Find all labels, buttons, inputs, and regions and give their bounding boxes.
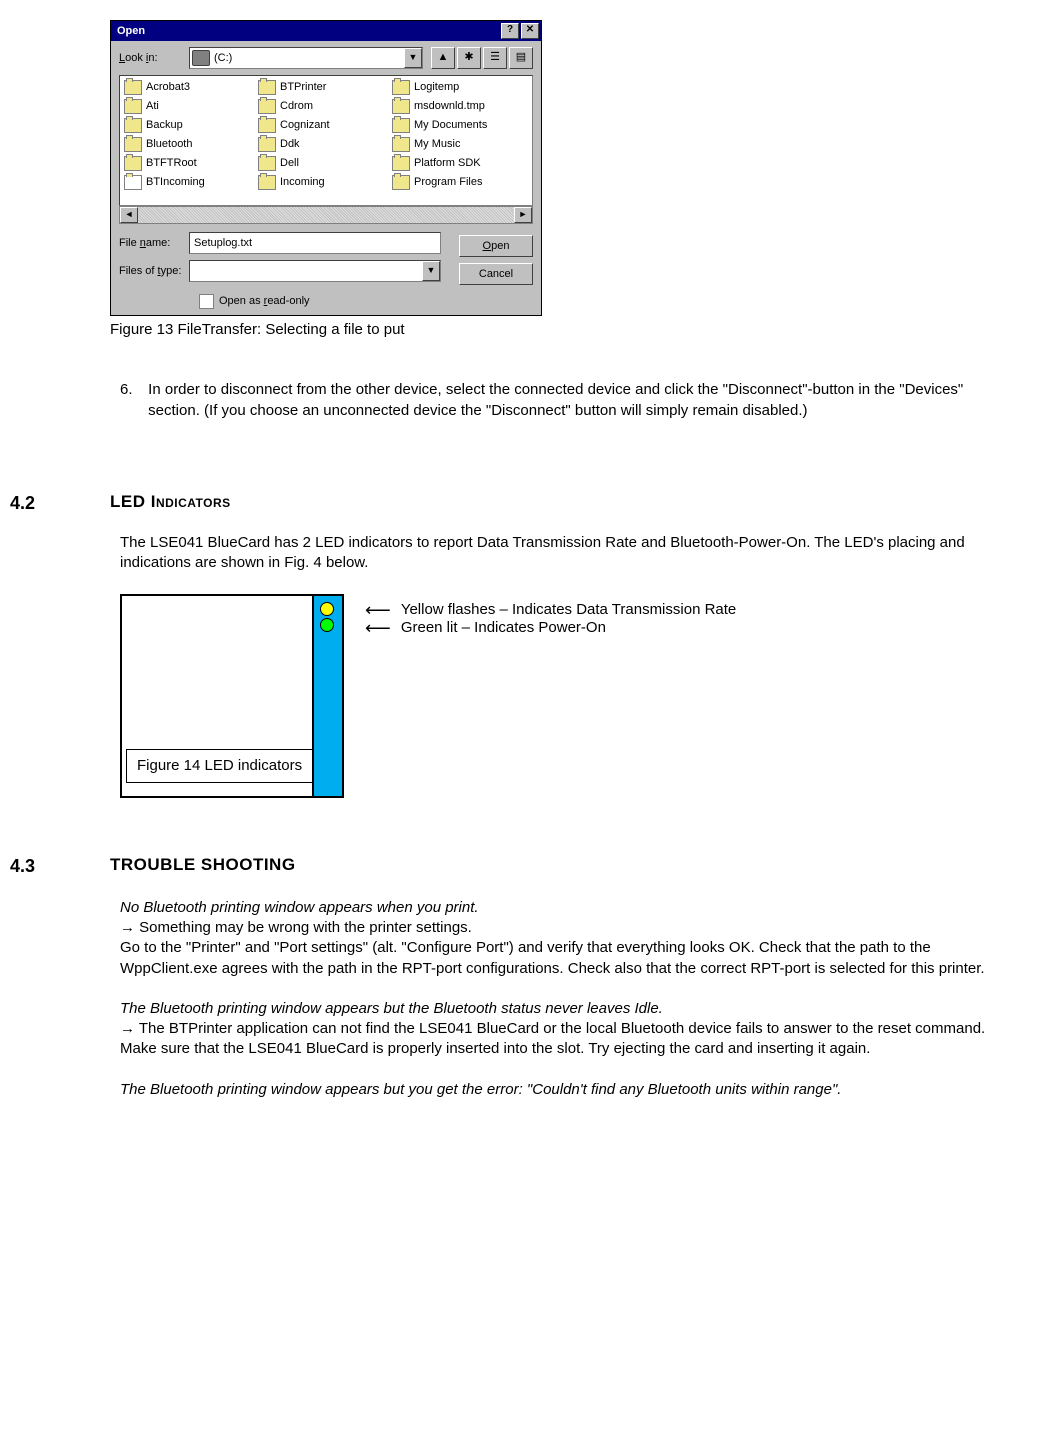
list-item: Backup <box>122 116 256 135</box>
list-item: My Documents <box>390 116 524 135</box>
details-view-icon[interactable]: ▤ <box>509 47 533 69</box>
folder-icon <box>124 156 142 171</box>
file-list[interactable]: Acrobat3 Ati Backup Bluetooth BTFTRoot B… <box>119 75 533 206</box>
folder-icon <box>124 137 142 152</box>
list-item: Bluetooth <box>122 135 256 154</box>
drive-icon <box>192 50 210 66</box>
list-item: Platform SDK <box>390 154 524 173</box>
up-one-level-icon[interactable]: ▲ <box>431 47 455 69</box>
titlebar: Open ? ✕ <box>111 21 541 41</box>
trouble-item-1: No Bluetooth printing window appears whe… <box>120 898 1015 979</box>
list-item: Acrobat3 <box>122 78 256 97</box>
section-title-troubleshooting: TROUBLE SHOOTING <box>110 854 296 878</box>
notepad-icon <box>124 175 142 190</box>
trouble-2-title: The Bluetooth printing window appears bu… <box>120 999 1015 1019</box>
yellow-led-icon <box>320 602 334 616</box>
dialog-toolbar: ▲ ✱ ☰ ▤ <box>429 47 533 69</box>
folder-icon <box>392 137 410 152</box>
list-item: msdownld.tmp <box>390 97 524 116</box>
list-item: BTFTRoot <box>122 154 256 173</box>
list-item: BTPrinter <box>256 78 390 97</box>
filename-input[interactable]: Setuplog.txt <box>189 232 441 254</box>
figure-14-caption: Figure 14 LED indicators <box>126 749 313 783</box>
folder-icon <box>258 80 276 95</box>
cancel-button[interactable]: Cancel <box>459 263 533 285</box>
close-button[interactable]: ✕ <box>521 23 539 39</box>
scroll-track[interactable] <box>138 207 514 223</box>
section-number-4-3: 4.3 <box>10 854 110 878</box>
chevron-down-icon[interactable]: ▼ <box>404 48 422 68</box>
lookin-combo[interactable]: (C:) ▼ <box>189 47 423 69</box>
trouble-2-arrow: → The BTPrinter application can not find… <box>120 1019 1015 1039</box>
horizontal-scrollbar[interactable]: ◄ ► <box>119 206 533 224</box>
folder-icon <box>392 99 410 114</box>
figure-14: ⟵Yellow flashes – Indicates Data Transmi… <box>120 594 1015 834</box>
help-button[interactable]: ? <box>501 23 519 39</box>
lookin-label: Look in: <box>119 51 189 66</box>
scroll-right-icon[interactable]: ► <box>514 207 532 223</box>
folder-icon <box>258 137 276 152</box>
folder-icon <box>392 156 410 171</box>
trouble-item-2: The Bluetooth printing window appears bu… <box>120 999 1015 1060</box>
filetype-label: Files of type: <box>119 264 189 279</box>
list-item: Ati <box>122 97 256 116</box>
section-4-2-para: The LSE041 BlueCard has 2 LED indicators… <box>120 533 1015 574</box>
trouble-1-arrow: → Something may be wrong with the printe… <box>120 918 1015 938</box>
step-6: 6. In order to disconnect from the other… <box>120 380 1015 421</box>
dialog-title: Open <box>117 24 145 39</box>
readonly-label: Open as read-only <box>219 294 310 309</box>
figure-13-caption: Figure 13 FileTransfer: Selecting a file… <box>110 320 1015 340</box>
filetype-combo[interactable]: ▼ <box>189 260 441 282</box>
folder-icon <box>392 80 410 95</box>
section-title-led: LED Indicators <box>110 491 231 515</box>
folder-icon <box>258 156 276 171</box>
list-item: Program Files <box>390 173 524 192</box>
folder-icon <box>124 99 142 114</box>
section-number-4-2: 4.2 <box>10 491 110 515</box>
list-item: Incoming <box>256 173 390 192</box>
bluecard-edge <box>312 596 342 796</box>
folder-icon <box>392 175 410 190</box>
chevron-down-icon[interactable]: ▼ <box>422 261 440 281</box>
lookin-value: (C:) <box>214 51 232 66</box>
folder-icon <box>124 118 142 133</box>
folder-icon <box>258 175 276 190</box>
list-item: BTIncoming <box>122 173 256 192</box>
open-dialog: Open ? ✕ Look in: (C:) ▼ ▲ ✱ ☰ ▤ Acrobat… <box>110 20 542 316</box>
readonly-checkbox[interactable] <box>199 294 214 309</box>
list-item: Cdrom <box>256 97 390 116</box>
trouble-1-title: No Bluetooth printing window appears whe… <box>120 898 1015 918</box>
green-led-icon <box>320 618 334 632</box>
list-item: Cognizant <box>256 116 390 135</box>
folder-icon <box>258 99 276 114</box>
folder-icon <box>124 80 142 95</box>
open-button[interactable]: Open <box>459 235 533 257</box>
list-item: My Music <box>390 135 524 154</box>
filename-label: File name: <box>119 236 189 251</box>
list-item: Dell <box>256 154 390 173</box>
folder-icon <box>258 118 276 133</box>
list-item: Ddk <box>256 135 390 154</box>
trouble-2-body: Make sure that the LSE041 BlueCard is pr… <box>120 1039 1015 1059</box>
step-number: 6. <box>120 380 144 400</box>
scroll-left-icon[interactable]: ◄ <box>120 207 138 223</box>
trouble-1-body: Go to the "Printer" and "Port settings" … <box>120 938 1015 979</box>
step-text: In order to disconnect from the other de… <box>148 380 1008 421</box>
list-item: Logitemp <box>390 78 524 97</box>
trouble-item-3: The Bluetooth printing window appears bu… <box>120 1080 1015 1100</box>
new-folder-icon[interactable]: ✱ <box>457 47 481 69</box>
trouble-3-title: The Bluetooth printing window appears bu… <box>120 1080 1015 1100</box>
list-view-icon[interactable]: ☰ <box>483 47 507 69</box>
arrow-left-icon: ⟵ <box>365 616 391 640</box>
green-led-label: ⟵Green lit – Indicates Power-On <box>365 616 606 640</box>
folder-icon <box>392 118 410 133</box>
